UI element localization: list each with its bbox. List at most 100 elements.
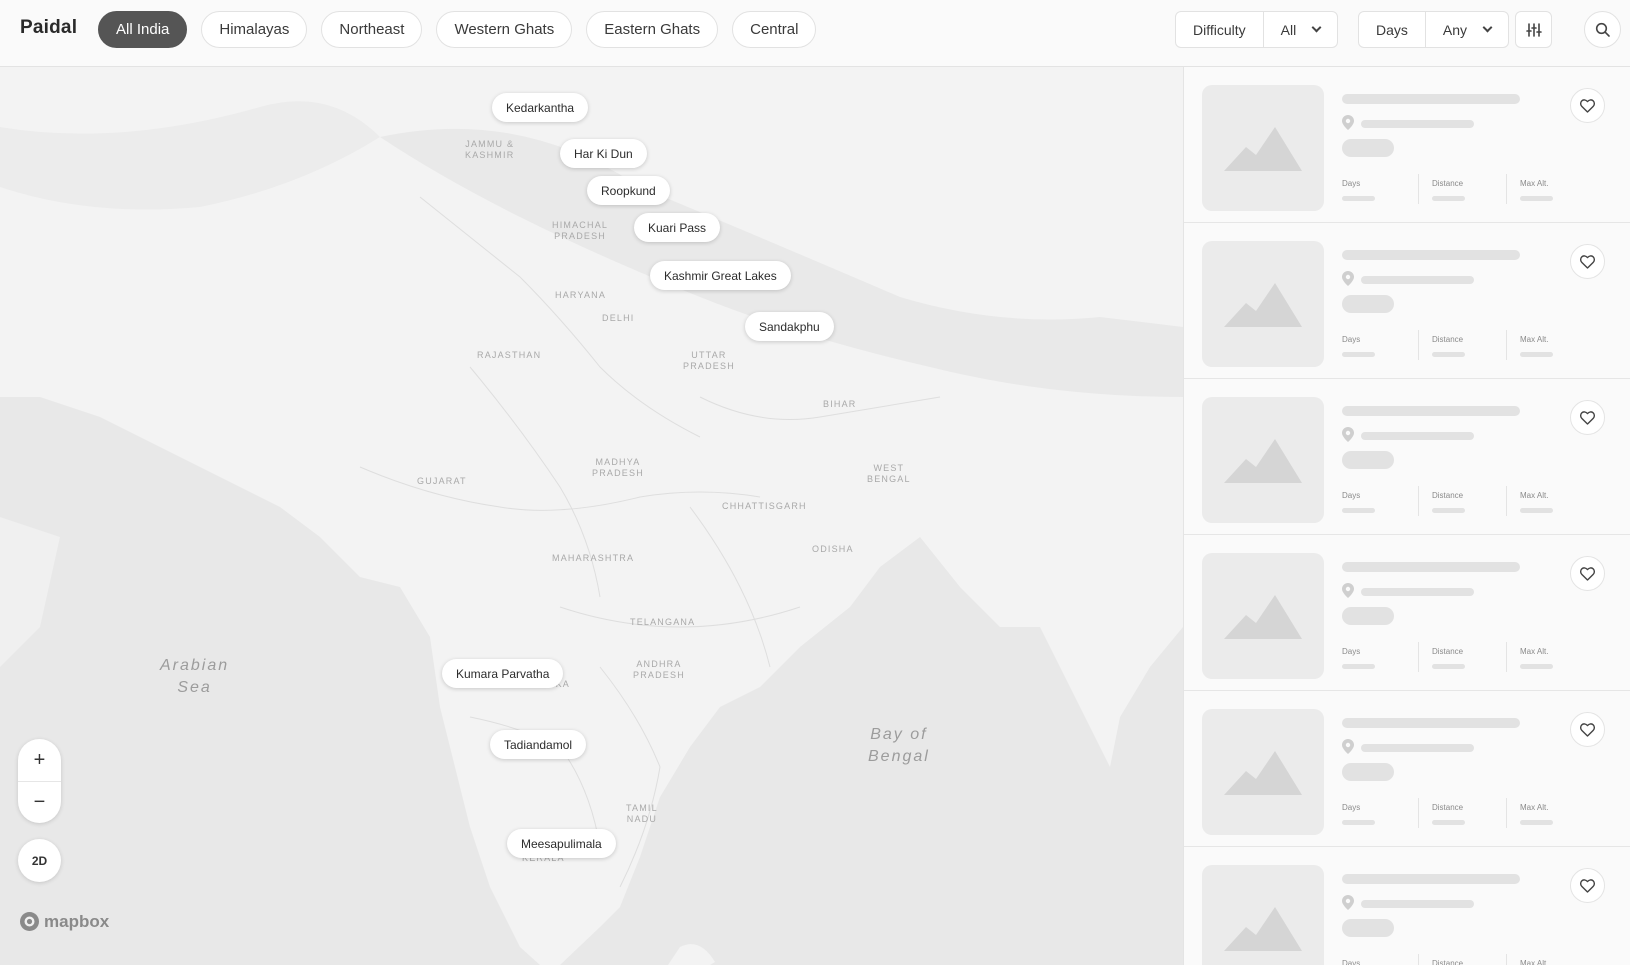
thumbnail-placeholder xyxy=(1202,85,1324,211)
mountain-icon xyxy=(1224,751,1302,795)
divider xyxy=(1418,954,1419,965)
divider xyxy=(1506,486,1507,516)
trek-pin-kedarkantha[interactable]: Kedarkantha xyxy=(492,93,589,122)
difficulty-skeleton xyxy=(1342,607,1394,625)
region-label: ANDHRA PRADESH xyxy=(633,659,685,680)
title-skeleton xyxy=(1342,406,1520,416)
trek-card-skeleton[interactable]: Days Distance Max Alt. xyxy=(1184,847,1630,965)
location-pin-icon xyxy=(1342,427,1354,442)
title-skeleton xyxy=(1342,94,1520,104)
distance-skeleton xyxy=(1432,196,1465,201)
trek-pin-sandakphu[interactable]: Sandakphu xyxy=(745,312,834,341)
favorite-button[interactable] xyxy=(1570,556,1605,591)
days-value: Any xyxy=(1442,21,1468,38)
stat-label-days: Days xyxy=(1342,803,1361,812)
days-skeleton xyxy=(1342,664,1375,669)
difficulty-label: Difficulty xyxy=(1193,21,1246,38)
tab-western-ghats[interactable]: Western Ghats xyxy=(436,11,573,48)
trek-pin-kuari-pass[interactable]: Kuari Pass xyxy=(634,213,721,242)
tab-himalayas[interactable]: Himalayas xyxy=(201,11,308,48)
stat-label-days: Days xyxy=(1342,647,1361,656)
zoom-out-button[interactable]: − xyxy=(18,781,61,823)
distance-skeleton xyxy=(1432,820,1465,825)
trek-card-skeleton[interactable]: Days Distance Max Alt. xyxy=(1184,223,1630,379)
max-alt-skeleton xyxy=(1520,508,1553,513)
tab-northeast[interactable]: Northeast xyxy=(321,11,423,48)
divider xyxy=(1506,954,1507,965)
region-label: ODISHA xyxy=(812,544,854,554)
tab-all-india[interactable]: All India xyxy=(98,11,188,48)
trek-pin-kumara-parvatha[interactable]: Kumara Parvatha xyxy=(442,659,564,688)
stat-label-max-alt: Max Alt. xyxy=(1520,647,1549,656)
top-bar: Paidal All India Himalayas Northeast Wes… xyxy=(0,0,1630,67)
title-skeleton xyxy=(1342,874,1520,884)
region-label: MAHARASHTRA xyxy=(552,553,635,563)
stat-label-distance: Distance xyxy=(1432,491,1464,500)
map-canvas[interactable]: Arabian Sea Bay of Bengal JAMMU & KASHMIR H… xyxy=(0,67,1183,965)
region-label: CHHATTISGARH xyxy=(722,501,807,511)
trek-pin-kashmir-great-lakes[interactable]: Kashmir Great Lakes xyxy=(650,261,791,290)
sea-label-bengal: Bay of Bengal xyxy=(868,726,930,765)
mapbox-attribution[interactable]: mapbox xyxy=(19,911,109,932)
stat-label-distance: Distance xyxy=(1432,959,1464,965)
stat-label-distance: Distance xyxy=(1432,179,1464,188)
favorite-button[interactable] xyxy=(1570,244,1605,279)
tab-central[interactable]: Central xyxy=(732,11,817,48)
app-logo[interactable]: Paidal xyxy=(20,17,77,39)
days-skeleton xyxy=(1342,508,1375,513)
mountain-icon xyxy=(1224,439,1302,483)
trek-card-skeleton[interactable]: Days Distance Max Alt. xyxy=(1184,535,1630,691)
favorite-button[interactable] xyxy=(1570,712,1605,747)
difficulty-value: All xyxy=(1280,21,1297,38)
trek-pin-tadiandamol[interactable]: Tadiandamol xyxy=(490,730,587,759)
difficulty-select[interactable]: All xyxy=(1262,12,1338,47)
zoom-in-button[interactable]: + xyxy=(18,739,61,781)
tab-eastern-ghats[interactable]: Eastern Ghats xyxy=(586,11,719,48)
trek-pin-meesapulimala[interactable]: Meesapulimala xyxy=(507,829,616,858)
days-label: Days xyxy=(1376,21,1408,38)
stat-label-distance: Distance xyxy=(1432,647,1464,656)
location-pin-icon xyxy=(1342,583,1354,598)
favorite-button[interactable] xyxy=(1570,868,1605,903)
search-button[interactable] xyxy=(1584,11,1621,48)
heart-icon xyxy=(1580,878,1595,893)
trek-card-skeleton[interactable]: Days Distance Max Alt. xyxy=(1184,67,1630,223)
favorite-button[interactable] xyxy=(1570,400,1605,435)
difficulty-skeleton xyxy=(1342,295,1394,313)
trek-card-skeleton[interactable]: Days Distance Max Alt. xyxy=(1184,379,1630,535)
sliders-icon xyxy=(1525,22,1542,37)
trek-card-skeleton[interactable]: Days Distance Max Alt. xyxy=(1184,691,1630,847)
mountain-icon xyxy=(1224,127,1302,171)
favorite-button[interactable] xyxy=(1570,88,1605,123)
region-label: MADHYA PRADESH xyxy=(592,457,644,478)
stat-label-max-alt: Max Alt. xyxy=(1520,491,1549,500)
stat-label-max-alt: Max Alt. xyxy=(1520,803,1549,812)
max-alt-skeleton xyxy=(1520,664,1553,669)
days-select[interactable]: Any xyxy=(1424,12,1508,47)
filters-button[interactable] xyxy=(1515,11,1552,48)
heart-icon xyxy=(1580,254,1595,269)
max-alt-skeleton xyxy=(1520,196,1553,201)
location-skeleton xyxy=(1361,432,1474,440)
location-pin-icon xyxy=(1342,115,1354,130)
trek-pin-har-ki-dun[interactable]: Har Ki Dun xyxy=(560,139,647,168)
divider xyxy=(1418,642,1419,672)
region-label: RAJASTHAN xyxy=(477,350,542,360)
distance-skeleton xyxy=(1432,352,1465,357)
location-skeleton xyxy=(1361,744,1474,752)
heart-icon xyxy=(1580,410,1595,425)
stat-label-days: Days xyxy=(1342,335,1361,344)
max-alt-skeleton xyxy=(1520,352,1553,357)
view-mode-toggle[interactable]: 2D xyxy=(18,839,61,882)
region-label: TAMIL NADU xyxy=(626,803,658,824)
region-label: JAMMU & KASHMIR xyxy=(465,139,515,160)
divider xyxy=(1506,798,1507,828)
divider xyxy=(1418,486,1419,516)
region-label: HARYANA xyxy=(555,290,607,300)
days-filter: Days Any xyxy=(1358,11,1510,48)
results-panel[interactable]: Days Distance Max Alt. Days Distance Max… xyxy=(1183,67,1630,965)
days-skeleton xyxy=(1342,196,1375,201)
stat-label-max-alt: Max Alt. xyxy=(1520,179,1549,188)
distance-skeleton xyxy=(1432,664,1465,669)
trek-pin-roopkund[interactable]: Roopkund xyxy=(587,176,670,205)
